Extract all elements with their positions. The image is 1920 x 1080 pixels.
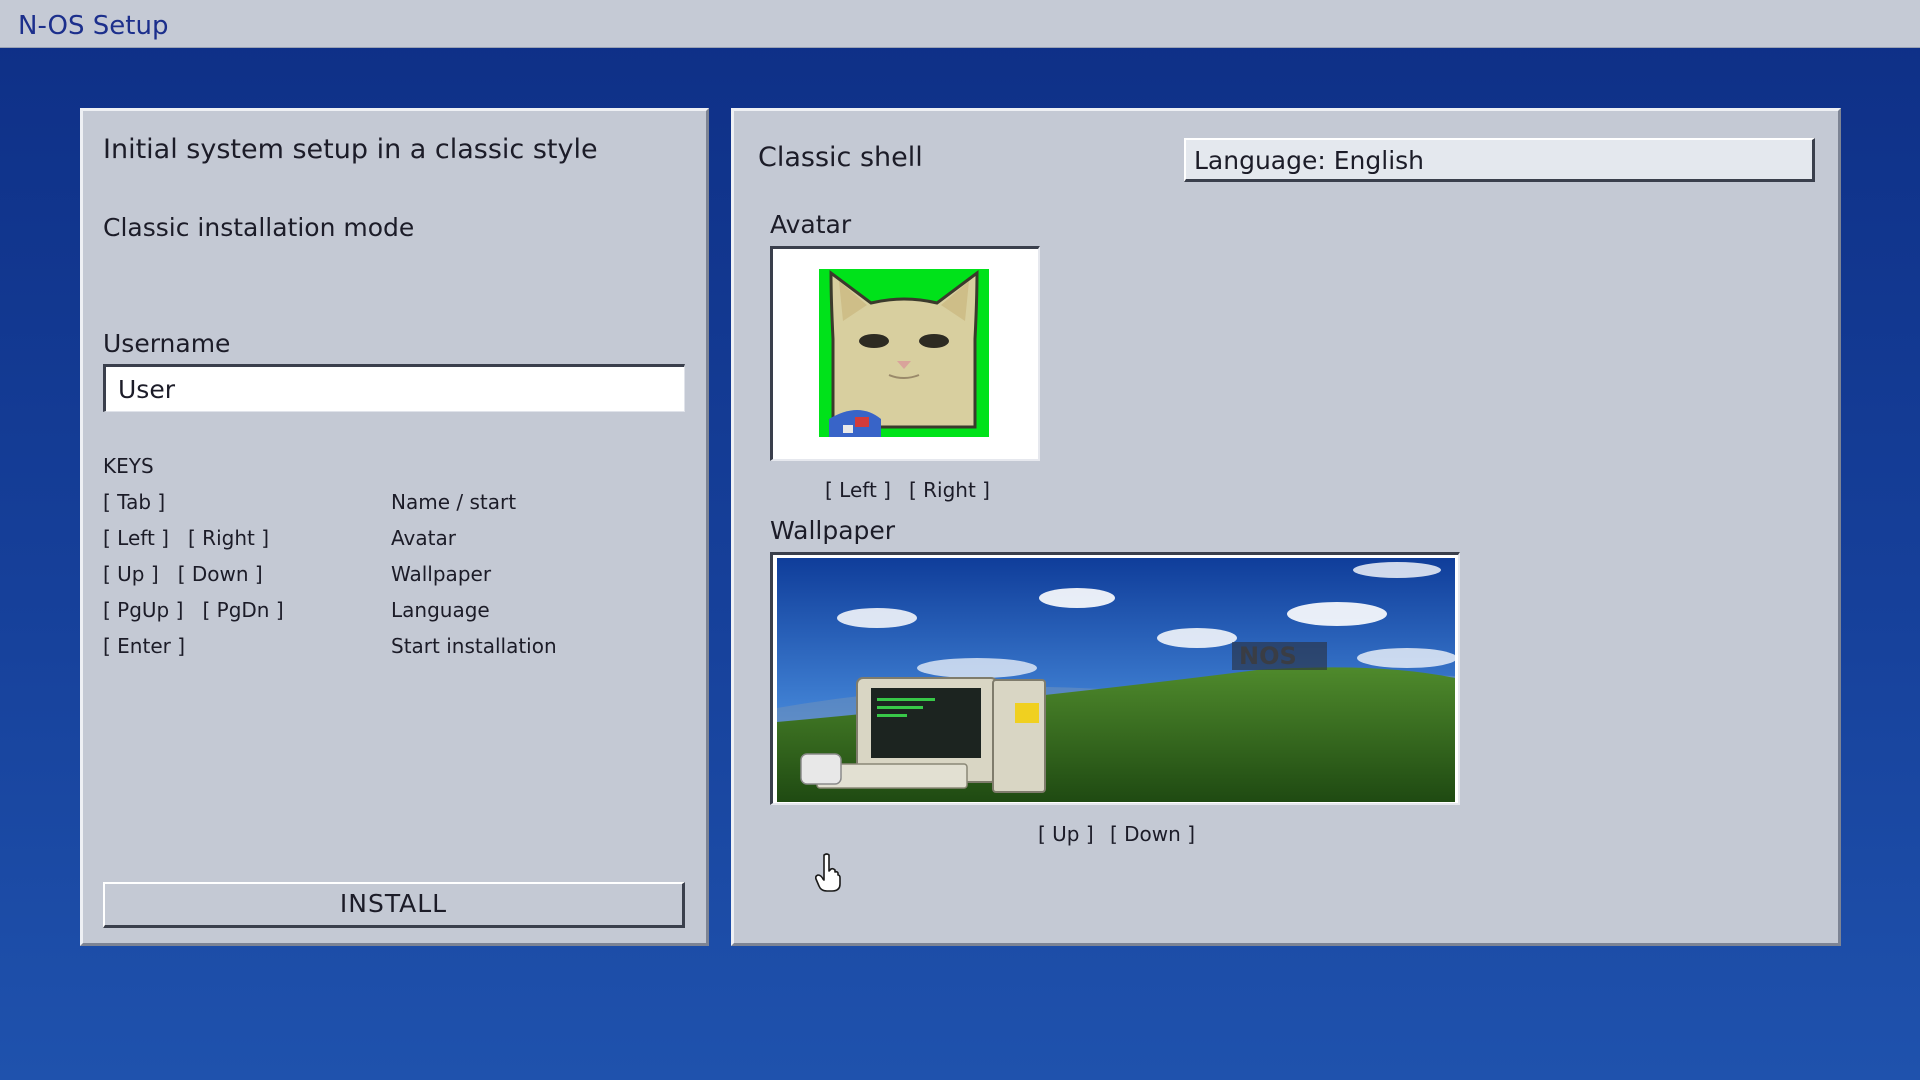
keys-title: KEYS bbox=[103, 454, 154, 478]
wallpaper-frame[interactable]: NOS bbox=[770, 552, 1460, 805]
avatar-prev-button[interactable]: [ Left ] bbox=[825, 478, 891, 502]
avatar-frame[interactable] bbox=[770, 246, 1040, 461]
shell-panel: Classic shell Language: English Avatar [… bbox=[731, 108, 1841, 946]
wallpaper-brand: NOS bbox=[1239, 642, 1297, 670]
window-title: N-OS Setup bbox=[18, 11, 169, 41]
avatar-next-button[interactable]: [ Right ] bbox=[909, 478, 990, 502]
shell-title: Classic shell bbox=[758, 142, 923, 173]
install-mode-label: Classic installation mode bbox=[103, 213, 415, 242]
key-left-right-action: Avatar bbox=[391, 526, 456, 550]
cat-avatar-icon bbox=[819, 269, 989, 437]
key-up-down: [ Up ] [ Down ] bbox=[103, 562, 263, 586]
wallpaper-down-button[interactable]: [ Down ] bbox=[1110, 822, 1195, 846]
wallpaper-up-button[interactable]: [ Up ] bbox=[1038, 822, 1094, 846]
key-pgup-pgdn: [ PgUp ] [ PgDn ] bbox=[103, 598, 284, 622]
avatar-label: Avatar bbox=[770, 210, 852, 239]
key-enter-action: Start installation bbox=[391, 634, 557, 658]
language-select[interactable]: Language: English bbox=[1184, 138, 1815, 182]
key-tab-action: Name / start bbox=[391, 490, 517, 514]
key-left-right: [ Left ] [ Right ] bbox=[103, 526, 270, 550]
key-up-down-action: Wallpaper bbox=[391, 562, 492, 586]
key-enter: [ Enter ] bbox=[103, 634, 186, 658]
username-value: User bbox=[118, 375, 175, 404]
hand-pointer-icon bbox=[815, 853, 841, 892]
username-label: Username bbox=[103, 329, 231, 358]
title-bar: N-OS Setup bbox=[0, 0, 1920, 48]
install-button[interactable]: INSTALL bbox=[103, 882, 685, 928]
setup-panel: Initial system setup in a classic style … bbox=[80, 108, 709, 946]
key-tab: [ Tab ] bbox=[103, 490, 166, 514]
wallpaper-label: Wallpaper bbox=[770, 516, 896, 545]
key-pgup-pgdn-action: Language bbox=[391, 598, 490, 622]
wallpaper-preview: NOS bbox=[777, 558, 1455, 802]
username-input[interactable]: User bbox=[103, 364, 685, 412]
setup-heading: Initial system setup in a classic style bbox=[103, 134, 598, 165]
